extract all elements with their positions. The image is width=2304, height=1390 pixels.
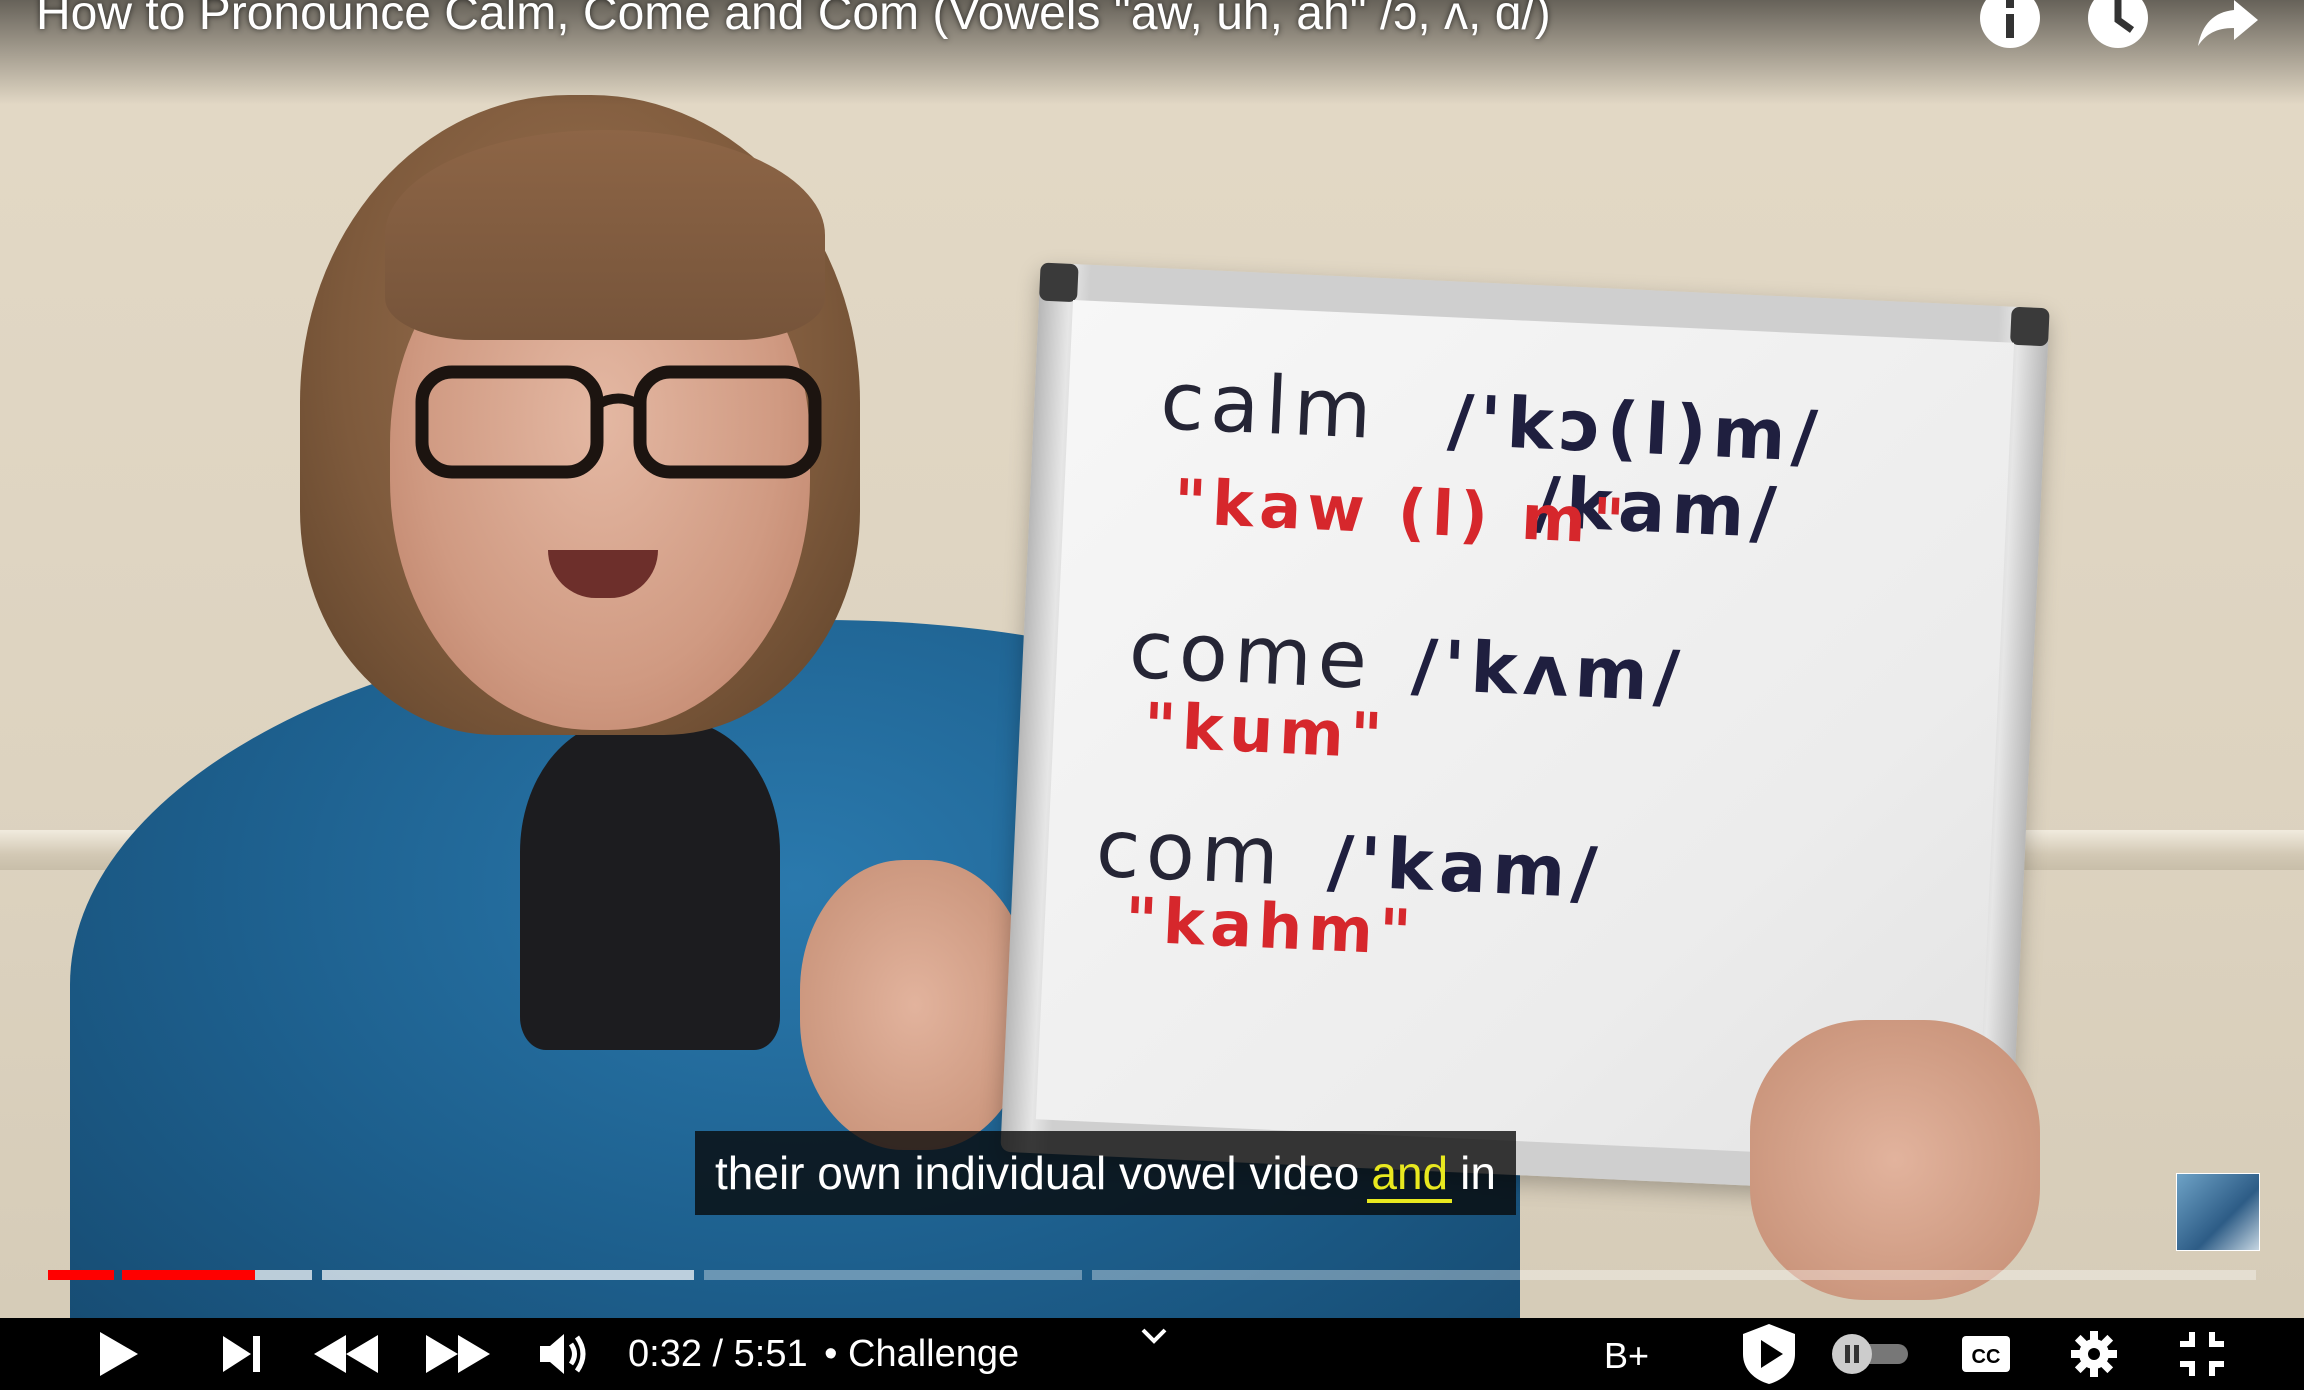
board-respelling-com: "kahm" [1123, 883, 1419, 970]
presenter-shirt [520, 720, 780, 1050]
progress-bar[interactable] [48, 1270, 2256, 1280]
chapter-segment[interactable] [48, 1270, 114, 1280]
time-display: 0:32 / 5:51 • Challenge [628, 1318, 1019, 1390]
video-title[interactable]: How to Pronounce Calm, Come and Com (Vow… [36, 0, 1551, 41]
chapter-title[interactable]: • Challenge [824, 1333, 1019, 1375]
chapter-segment[interactable] [1092, 1270, 2256, 1280]
control-bar: 0:32 / 5:51 • Challenge B+ CC [0, 1318, 2304, 1390]
autoplay-toggle-icon[interactable] [1830, 1318, 1912, 1390]
caption-text: their own individual vowel video [715, 1147, 1360, 1199]
next-icon[interactable] [214, 1318, 270, 1390]
share-arrow-icon[interactable] [2196, 0, 2260, 48]
glasses-icon [415, 365, 822, 479]
board-corner [1038, 262, 1079, 303]
chapter-segment[interactable] [322, 1270, 694, 1280]
board-word-calm: calm [1158, 354, 1380, 457]
cc-icon[interactable]: CC [1958, 1318, 2014, 1390]
board-ipa-calm: /'kɔ(l)m/ [1446, 379, 1825, 479]
caption-highlight-word: and [1367, 1147, 1453, 1203]
presenter-right-hand [1750, 1020, 2040, 1300]
info-icon[interactable] [1978, 0, 2042, 48]
quality-badge[interactable]: B+ [1604, 1318, 1649, 1390]
watch-later-clock-icon[interactable] [2086, 0, 2150, 48]
video-player[interactable]: calm /'kɔ(l)m/ /kam/ "kaw (l) m" come /'… [0, 0, 2304, 1390]
presenter-bangs [385, 130, 825, 340]
board-respelling-come: "kum" [1142, 688, 1390, 773]
board-ipa-come: /'kʌm/ [1409, 623, 1688, 719]
chevron-down-icon[interactable] [1134, 1318, 1174, 1354]
presenter-left-hand [800, 860, 1030, 1150]
exit-fullscreen-icon[interactable] [2174, 1318, 2230, 1390]
channel-watermark[interactable] [2176, 1173, 2260, 1251]
svg-text:CC: CC [1972, 1346, 2001, 1368]
caption-text-end: in [1460, 1147, 1496, 1199]
caption-box: their own individual vowel video and in [695, 1131, 1516, 1215]
fast-forward-icon[interactable] [422, 1318, 494, 1390]
rewind-icon[interactable] [310, 1318, 382, 1390]
time-text: 0:32 / 5:51 [628, 1333, 808, 1375]
video-frame[interactable]: calm /'kɔ(l)m/ /kam/ "kaw (l) m" come /'… [0, 0, 2304, 1318]
chapter-segment[interactable] [704, 1270, 1082, 1280]
board-corner [2009, 306, 2050, 347]
chapter-segment[interactable] [122, 1270, 312, 1280]
gear-icon[interactable] [2066, 1318, 2122, 1390]
volume-icon[interactable] [534, 1318, 594, 1390]
play-icon[interactable] [90, 1318, 146, 1390]
shield-play-icon[interactable] [1738, 1318, 1800, 1390]
